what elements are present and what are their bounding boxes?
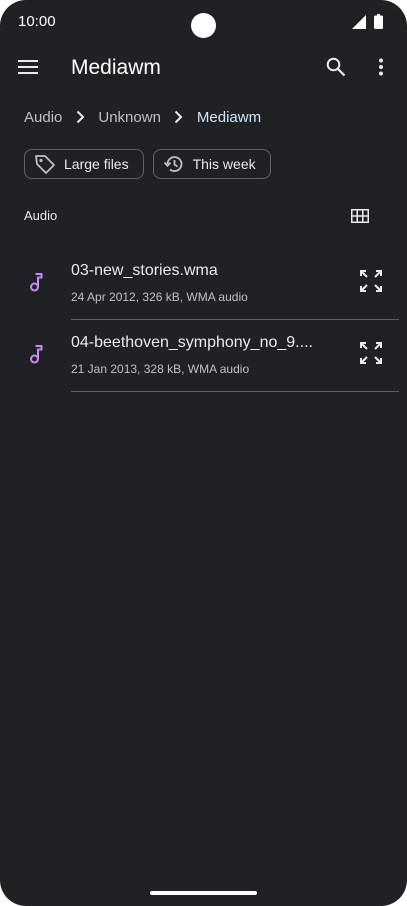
file-meta: 24 Apr 2012, 326 kB, WMA audio — [71, 290, 248, 304]
chip-large-files[interactable]: Large files — [24, 149, 144, 179]
expand-button[interactable] — [358, 269, 384, 297]
search-icon — [326, 57, 346, 82]
label-tag-icon — [33, 152, 57, 176]
page-title: Mediawm — [71, 56, 161, 79]
breadcrumb-item-current[interactable]: Mediawm — [197, 109, 261, 126]
file-name: 03-new_stories.wma — [71, 262, 218, 279]
file-name: 04-beethoven_symphony_no_9.... — [71, 334, 313, 351]
menu-icon — [18, 59, 38, 79]
chip-label: Large files — [64, 156, 129, 172]
expand-icon — [360, 269, 382, 297]
more-options-button[interactable] — [368, 55, 394, 83]
app-bar: Mediawm — [0, 46, 407, 92]
file-meta: 21 Jan 2013, 328 kB, WMA audio — [71, 362, 250, 376]
battery-icon — [374, 14, 383, 34]
chip-label: This week — [192, 156, 256, 172]
phone-screen: 10:00 Mediawm Audio Unknown Mediawm Larg… — [0, 0, 407, 906]
expand-icon — [360, 341, 382, 369]
search-button[interactable] — [322, 55, 350, 83]
more-vert-icon — [378, 58, 384, 81]
gesture-nav-bar[interactable] — [150, 891, 257, 895]
chevron-right-icon — [68, 107, 92, 127]
camera-cutout — [191, 13, 216, 38]
menu-button[interactable] — [14, 55, 42, 83]
list-item[interactable]: 04-beethoven_symphony_no_9.... 21 Jan 20… — [0, 320, 407, 392]
file-list: 03-new_stories.wma 24 Apr 2012, 326 kB, … — [0, 248, 407, 392]
breadcrumb-item-audio[interactable]: Audio — [24, 109, 62, 126]
music-note-icon — [24, 270, 48, 294]
chip-this-week[interactable]: This week — [152, 149, 271, 179]
status-bar: 10:00 — [0, 0, 407, 44]
history-icon — [162, 152, 186, 176]
divider — [71, 391, 399, 392]
signal-icon — [352, 14, 366, 34]
filter-chips: Large files This week — [24, 149, 271, 179]
breadcrumb: Audio Unknown Mediawm — [24, 106, 261, 128]
list-item[interactable]: 03-new_stories.wma 24 Apr 2012, 326 kB, … — [0, 248, 407, 320]
grid-view-icon — [351, 208, 369, 228]
status-icons — [352, 14, 383, 34]
music-note-icon — [24, 342, 48, 366]
chevron-right-icon — [167, 107, 191, 127]
breadcrumb-item-unknown[interactable]: Unknown — [98, 109, 161, 126]
grid-view-button[interactable] — [348, 206, 372, 230]
status-time: 10:00 — [18, 13, 56, 30]
section-title: Audio — [24, 208, 58, 223]
expand-button[interactable] — [358, 341, 384, 369]
